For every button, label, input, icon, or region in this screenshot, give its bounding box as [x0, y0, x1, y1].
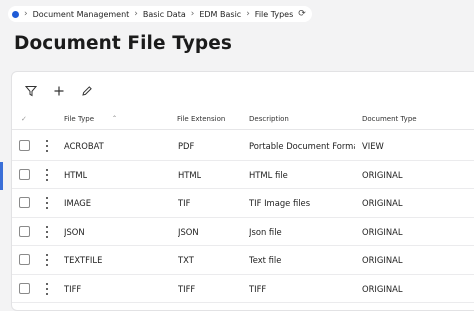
cell-file-extension: JSON — [178, 226, 199, 237]
breadcrumb-item-edm-basic[interactable]: EDM Basic — [199, 10, 241, 19]
cell-description: Text file — [249, 255, 282, 265]
table-header: ✓ File Type ⌃ File Extension Description… — [12, 110, 474, 130]
home-icon[interactable] — [12, 10, 19, 18]
chevron-right-icon: › — [190, 9, 195, 19]
more-options-icon[interactable] — [45, 168, 48, 181]
cell-file-extension: TIFF — [178, 283, 196, 294]
cell-description: TIFF — [249, 283, 267, 294]
cell-description: HTML file — [249, 169, 288, 180]
cell-description: Portable Document Forma — [249, 141, 355, 151]
cell-description: Json file — [249, 226, 282, 237]
cell-file-type: TIFF — [64, 283, 82, 294]
table-row[interactable]: JSON JSON Json file ORIGINAL — [12, 218, 474, 246]
cell-description: TIF Image files — [249, 198, 311, 208]
sort-ascending-icon[interactable]: ⌃ — [112, 115, 117, 122]
breadcrumb-item-file-types: File Types — [254, 9, 294, 19]
table-row[interactable]: ACROBAT PDF Portable Document Forma VIEW — [12, 132, 474, 161]
table-row[interactable]: TEXTFILE TXT Text file ORIGINAL — [12, 246, 474, 275]
refresh-icon[interactable]: ⟳ — [298, 9, 306, 19]
selection-indicator — [0, 162, 3, 190]
more-options-icon[interactable] — [45, 254, 48, 266]
row-checkbox[interactable] — [19, 254, 30, 265]
cell-file-type: JSON — [64, 226, 85, 237]
row-checkbox[interactable] — [19, 140, 30, 151]
cell-file-type: ACROBAT — [64, 141, 104, 151]
cell-document-type: ORIGINAL — [362, 226, 403, 237]
more-options-icon[interactable] — [45, 225, 48, 238]
cell-file-type: IMAGE — [64, 198, 92, 208]
cell-file-extension: TXT — [178, 255, 194, 265]
plus-icon[interactable] — [52, 84, 66, 98]
row-checkbox[interactable] — [19, 225, 30, 237]
table-row[interactable]: TIFF TIFF TIFF ORIGINAL — [12, 275, 474, 303]
cell-document-type: ORIGINAL — [362, 255, 403, 265]
cell-document-type: ORIGINAL — [362, 283, 403, 294]
table-panel: ✓ File Type ⌃ File Extension Description… — [11, 71, 474, 311]
filter-icon[interactable] — [24, 84, 38, 98]
column-description[interactable]: Description — [249, 115, 289, 123]
breadcrumb-item-basic-data[interactable]: Basic Data — [143, 10, 186, 19]
row-checkbox[interactable] — [19, 197, 30, 208]
chevron-right-icon: › — [246, 9, 250, 19]
row-checkbox[interactable] — [19, 282, 30, 294]
cell-file-extension: HTML — [178, 169, 202, 180]
cell-document-type: ORIGINAL — [362, 198, 403, 208]
select-all-check-icon[interactable]: ✓ — [21, 115, 27, 123]
cell-file-type: TEXTFILE — [64, 255, 103, 265]
page-title: Document File Types — [14, 33, 232, 54]
row-checkbox[interactable] — [19, 168, 30, 180]
breadcrumb-item-document-management[interactable]: Document Management — [33, 10, 130, 19]
chevron-right-icon: › — [24, 9, 28, 19]
cell-file-extension: TIF — [178, 198, 191, 208]
toolbar — [24, 84, 94, 98]
cell-document-type: ORIGINAL — [362, 169, 403, 180]
column-file-type[interactable]: File Type — [64, 115, 94, 123]
cell-file-extension: PDF — [178, 141, 195, 151]
breadcrumb: › Document Management › Basic Data › EDM… — [8, 6, 312, 22]
column-document-type[interactable]: Document Type — [362, 115, 417, 123]
more-options-icon[interactable] — [45, 197, 48, 209]
cell-document-type: VIEW — [362, 141, 384, 151]
more-options-icon[interactable] — [45, 140, 48, 152]
column-file-extension[interactable]: File Extension — [177, 115, 225, 123]
pencil-icon[interactable] — [80, 84, 94, 98]
more-options-icon[interactable] — [45, 282, 48, 295]
table-row[interactable]: HTML HTML HTML file ORIGINAL — [12, 161, 474, 189]
table-row[interactable]: IMAGE TIF TIF Image files ORIGINAL — [12, 189, 474, 218]
chevron-right-icon: › — [134, 9, 138, 19]
cell-file-type: HTML — [64, 169, 88, 180]
